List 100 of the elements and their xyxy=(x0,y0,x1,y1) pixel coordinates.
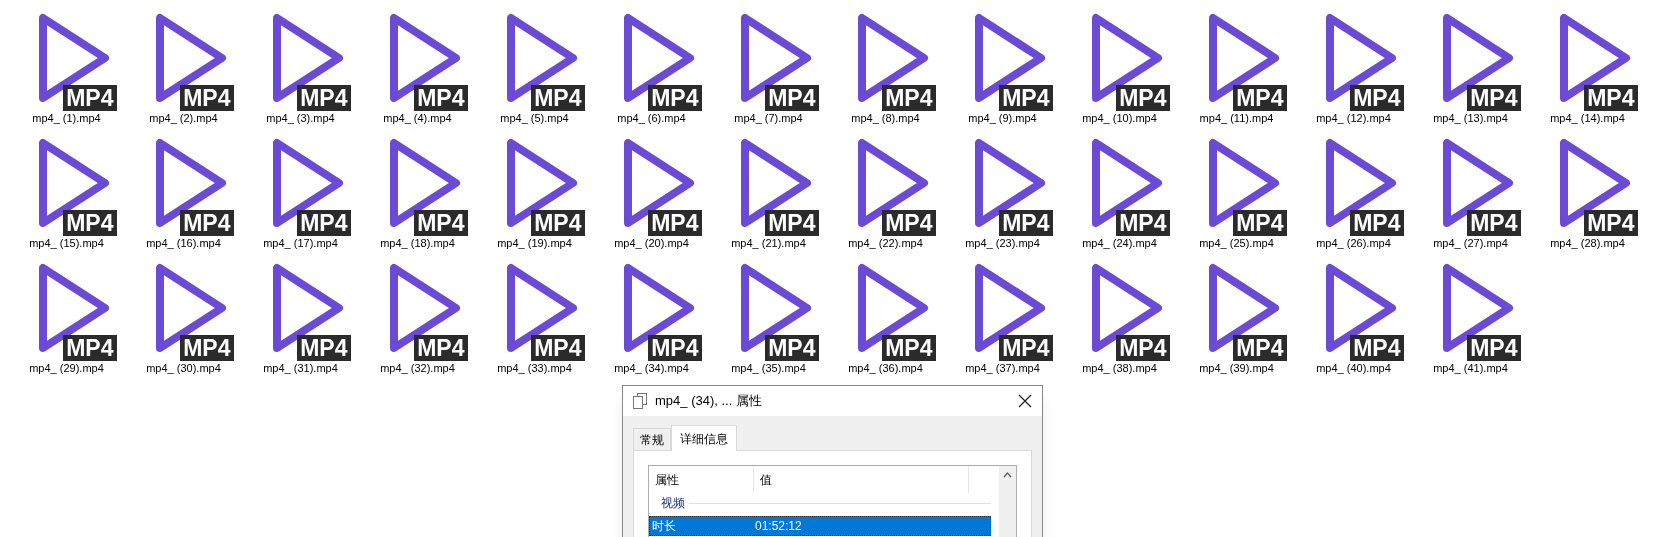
file-item[interactable]: MP4 mp4_ (9).mp4 xyxy=(944,0,1061,125)
file-name: mp4_ (3).mp4 xyxy=(266,111,335,125)
format-label: MP4 xyxy=(1350,210,1404,236)
file-name: mp4_ (27).mp4 xyxy=(1433,236,1508,250)
format-label: MP4 xyxy=(765,85,819,111)
column-header[interactable]: 值 xyxy=(754,466,969,493)
file-item[interactable]: MP4 mp4_ (6).mp4 xyxy=(593,0,710,125)
tab[interactable]: 常规 xyxy=(633,428,671,450)
file-item[interactable]: MP4 mp4_ (34).mp4 xyxy=(593,250,710,375)
file-item[interactable]: MP4 mp4_ (37).mp4 xyxy=(944,250,1061,375)
property-value: 01:52:12 xyxy=(755,518,802,535)
file-item[interactable]: MP4 mp4_ (16).mp4 xyxy=(125,125,242,250)
file-item[interactable]: MP4 mp4_ (33).mp4 xyxy=(476,250,593,375)
file-name: mp4_ (18).mp4 xyxy=(380,236,455,250)
format-label: MP4 xyxy=(531,335,585,361)
format-label: MP4 xyxy=(63,335,117,361)
format-label: MP4 xyxy=(414,210,468,236)
format-label: MP4 xyxy=(999,210,1053,236)
file-item[interactable]: MP4 mp4_ (11).mp4 xyxy=(1178,0,1295,125)
file-item[interactable]: MP4 mp4_ (8).mp4 xyxy=(827,0,944,125)
file-item[interactable]: MP4 mp4_ (31).mp4 xyxy=(242,250,359,375)
format-label: MP4 xyxy=(180,210,234,236)
file-name: mp4_ (33).mp4 xyxy=(497,361,572,375)
column-header[interactable]: 属性 xyxy=(649,466,754,493)
tab[interactable]: 详细信息 xyxy=(671,425,737,451)
file-item[interactable]: MP4 mp4_ (30).mp4 xyxy=(125,250,242,375)
file-name: mp4_ (22).mp4 xyxy=(848,236,923,250)
format-label: MP4 xyxy=(531,85,585,111)
file-name: mp4_ (31).mp4 xyxy=(263,361,338,375)
file-name: mp4_ (28).mp4 xyxy=(1550,236,1625,250)
file-name: mp4_ (25).mp4 xyxy=(1199,236,1274,250)
close-icon[interactable] xyxy=(1018,394,1032,408)
file-name: mp4_ (39).mp4 xyxy=(1199,361,1274,375)
file-item[interactable]: MP4 mp4_ (23).mp4 xyxy=(944,125,1061,250)
file-item[interactable]: MP4 mp4_ (13).mp4 xyxy=(1412,0,1529,125)
file-item[interactable]: MP4 mp4_ (32).mp4 xyxy=(359,250,476,375)
format-label: MP4 xyxy=(1233,335,1287,361)
file-item[interactable]: MP4 mp4_ (21).mp4 xyxy=(710,125,827,250)
file-name: mp4_ (15).mp4 xyxy=(29,236,104,250)
file-item[interactable]: MP4 mp4_ (12).mp4 xyxy=(1295,0,1412,125)
file-name: mp4_ (23).mp4 xyxy=(965,236,1040,250)
file-item[interactable]: MP4 mp4_ (24).mp4 xyxy=(1061,125,1178,250)
format-label: MP4 xyxy=(999,335,1053,361)
file-name: mp4_ (17).mp4 xyxy=(263,236,338,250)
file-item[interactable]: MP4 mp4_ (19).mp4 xyxy=(476,125,593,250)
file-name: mp4_ (34).mp4 xyxy=(614,361,689,375)
format-label: MP4 xyxy=(999,85,1053,111)
file-name: mp4_ (37).mp4 xyxy=(965,361,1040,375)
property-name: 时长 xyxy=(651,518,677,535)
file-item[interactable]: MP4 mp4_ (17).mp4 xyxy=(242,125,359,250)
file-name: mp4_ (21).mp4 xyxy=(731,236,806,250)
file-name: mp4_ (9).mp4 xyxy=(968,111,1037,125)
format-label: MP4 xyxy=(1350,335,1404,361)
file-item[interactable]: MP4 mp4_ (18).mp4 xyxy=(359,125,476,250)
format-label: MP4 xyxy=(765,210,819,236)
file-name: mp4_ (14).mp4 xyxy=(1550,111,1625,125)
file-name: mp4_ (2).mp4 xyxy=(149,111,218,125)
file-item[interactable]: MP4 mp4_ (4).mp4 xyxy=(359,0,476,125)
file-item[interactable]: MP4 mp4_ (39).mp4 xyxy=(1178,250,1295,375)
format-label: MP4 xyxy=(1467,210,1521,236)
file-item[interactable]: MP4 mp4_ (20).mp4 xyxy=(593,125,710,250)
file-name: mp4_ (36).mp4 xyxy=(848,361,923,375)
file-item[interactable]: MP4 mp4_ (26).mp4 xyxy=(1295,125,1412,250)
format-label: MP4 xyxy=(1116,85,1170,111)
file-item[interactable]: MP4 mp4_ (22).mp4 xyxy=(827,125,944,250)
file-item[interactable]: MP4 mp4_ (5).mp4 xyxy=(476,0,593,125)
file-item[interactable]: MP4 mp4_ (14).mp4 xyxy=(1529,0,1646,125)
file-item[interactable]: MP4 mp4_ (1).mp4 xyxy=(8,0,125,125)
group-header: 视频 xyxy=(661,495,685,512)
format-label: MP4 xyxy=(414,85,468,111)
file-item[interactable]: MP4 mp4_ (3).mp4 xyxy=(242,0,359,125)
file-name: mp4_ (4).mp4 xyxy=(383,111,452,125)
file-item[interactable]: MP4 mp4_ (15).mp4 xyxy=(8,125,125,250)
file-name: mp4_ (26).mp4 xyxy=(1316,236,1391,250)
format-label: MP4 xyxy=(882,335,936,361)
file-item[interactable]: MP4 mp4_ (28).mp4 xyxy=(1529,125,1646,250)
file-name: mp4_ (30).mp4 xyxy=(146,361,221,375)
file-item[interactable]: MP4 mp4_ (29).mp4 xyxy=(8,250,125,375)
format-label: MP4 xyxy=(765,335,819,361)
file-item[interactable]: MP4 mp4_ (2).mp4 xyxy=(125,0,242,125)
file-item[interactable]: MP4 mp4_ (27).mp4 xyxy=(1412,125,1529,250)
file-name: mp4_ (13).mp4 xyxy=(1433,111,1508,125)
file-item[interactable]: MP4 mp4_ (7).mp4 xyxy=(710,0,827,125)
file-item[interactable]: MP4 mp4_ (38).mp4 xyxy=(1061,250,1178,375)
format-label: MP4 xyxy=(1467,335,1521,361)
scroll-up-icon[interactable] xyxy=(1003,472,1012,478)
scrollbar[interactable] xyxy=(999,466,1016,537)
file-item[interactable]: MP4 mp4_ (36).mp4 xyxy=(827,250,944,375)
format-label: MP4 xyxy=(648,335,702,361)
file-name: mp4_ (20).mp4 xyxy=(614,236,689,250)
file-item[interactable]: MP4 mp4_ (35).mp4 xyxy=(710,250,827,375)
file-item[interactable]: MP4 mp4_ (40).mp4 xyxy=(1295,250,1412,375)
file-item[interactable]: MP4 mp4_ (10).mp4 xyxy=(1061,0,1178,125)
format-label: MP4 xyxy=(531,210,585,236)
format-label: MP4 xyxy=(1350,85,1404,111)
file-item[interactable]: MP4 mp4_ (41).mp4 xyxy=(1412,250,1529,375)
file-item[interactable]: MP4 mp4_ (25).mp4 xyxy=(1178,125,1295,250)
documents-icon xyxy=(633,393,647,409)
file-name: mp4_ (7).mp4 xyxy=(734,111,803,125)
property-row[interactable]: 时长 01:52:12 xyxy=(649,516,991,536)
